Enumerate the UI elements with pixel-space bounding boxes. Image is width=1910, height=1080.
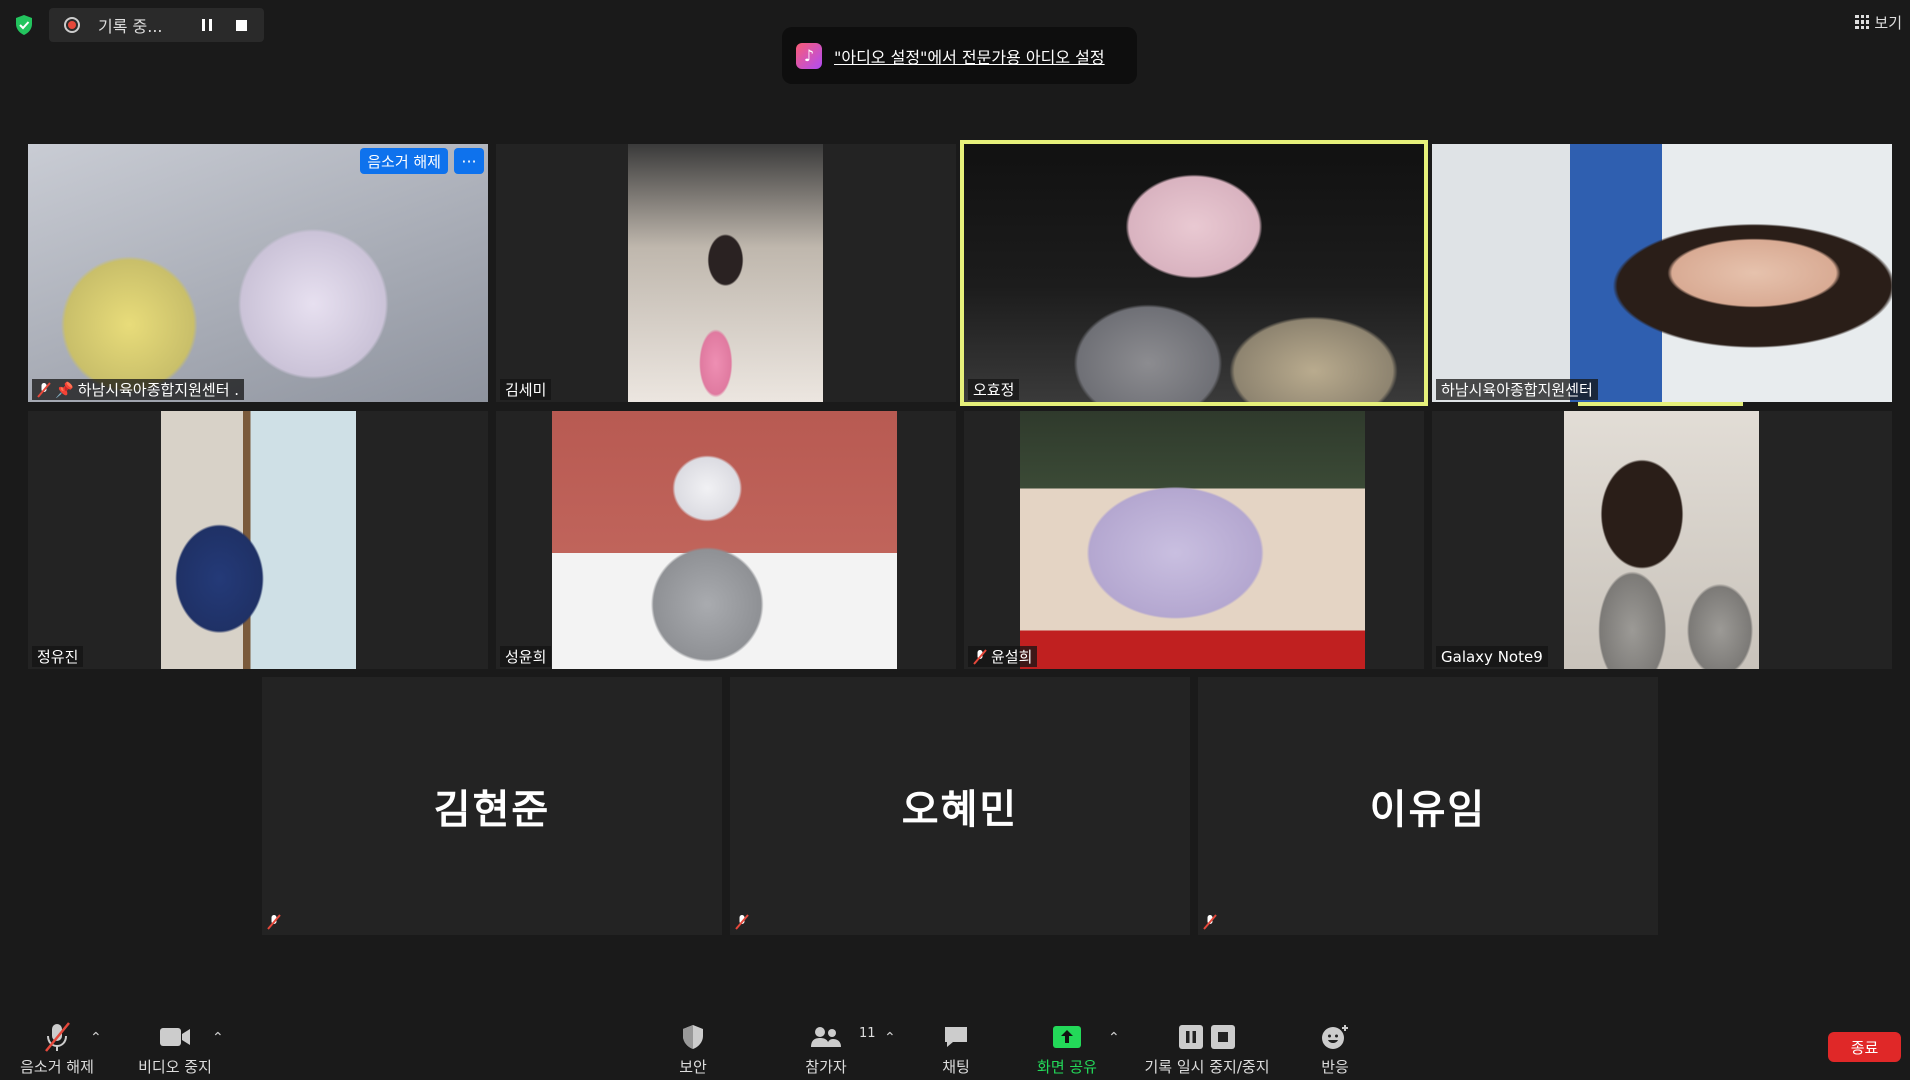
- video-tile[interactable]: Galaxy Note9: [1432, 411, 1892, 669]
- chat-bubble-icon: [945, 1027, 967, 1047]
- end-meeting-button[interactable]: 종료: [1828, 1032, 1901, 1062]
- video-tile[interactable]: 음소거 해제 ··· 📌 하남시육아종합지원센터 .: [28, 144, 488, 402]
- view-button[interactable]: 보기: [1855, 10, 1902, 34]
- chat-label: 채팅: [942, 1058, 970, 1076]
- video-tile[interactable]: 윤설희: [964, 411, 1424, 669]
- participant-tile-no-video[interactable]: 오혜민: [730, 677, 1190, 935]
- video-feed: [1432, 144, 1892, 402]
- participant-name-tag: 오효정: [968, 379, 1020, 400]
- pause-stop-recording-button[interactable]: 기록 일시 중지/중지: [1140, 1020, 1274, 1077]
- share-screen-icon: [1053, 1026, 1081, 1048]
- participant-name: 정유진: [37, 648, 79, 666]
- more-options-button[interactable]: ···: [454, 148, 484, 174]
- participant-name-tag: 성윤희: [500, 646, 552, 667]
- video-feed: [1564, 411, 1759, 669]
- participant-name-tag: 📌 하남시육아종합지원센터 .: [32, 379, 245, 400]
- video-tile-active-speaker[interactable]: 오효정: [960, 140, 1428, 406]
- participant-name: 하남시육아종합지원센터 .: [77, 381, 240, 399]
- muted-mic-icon: [267, 914, 281, 930]
- shield-icon: [683, 1025, 703, 1049]
- recording-status: 기록 중...: [98, 17, 163, 36]
- participants-count: 11: [859, 1026, 876, 1041]
- recording-controls-label: 기록 일시 중지/중지: [1144, 1058, 1270, 1076]
- video-feed: [964, 144, 1424, 402]
- reactions-button[interactable]: 반응: [1314, 1020, 1356, 1077]
- view-label: 보기: [1874, 13, 1902, 32]
- stop-icon: [1211, 1025, 1235, 1049]
- smiley-plus-icon: [1322, 1025, 1348, 1049]
- pause-icon: [202, 19, 212, 31]
- video-tile[interactable]: 하남시육아종합지원센터: [1432, 144, 1892, 402]
- participant-name-tag: 김세미: [500, 379, 552, 400]
- participant-name: 윤설희: [991, 648, 1033, 666]
- stop-video-label: 비디오 중지: [138, 1058, 212, 1076]
- chat-button[interactable]: 채팅: [933, 1020, 979, 1077]
- participants-label: 참가자: [805, 1058, 847, 1076]
- muted-mic-icon: [1203, 914, 1217, 930]
- share-screen-label: 화면 공유: [1037, 1058, 1097, 1076]
- audio-settings-banner[interactable]: ♪ "아디오 설정"에서 전문가용 아디오 설정: [782, 27, 1137, 84]
- participant-name: 김현준: [433, 787, 551, 833]
- grid-view-icon: [1855, 15, 1870, 29]
- unmute-button[interactable]: 음소거 해제: [360, 148, 448, 174]
- video-tile[interactable]: 김세미: [496, 144, 956, 402]
- participant-name-tag: 윤설희: [968, 646, 1038, 667]
- video-feed: [161, 411, 356, 669]
- participant-name: 성윤희: [505, 648, 547, 666]
- pin-icon: 📌: [55, 380, 74, 399]
- unmute-label: 음소거 해제: [20, 1058, 94, 1076]
- recording-icon: [64, 17, 80, 33]
- share-options-chevron-icon[interactable]: ⌃: [1108, 1030, 1120, 1046]
- participant-tile-no-video[interactable]: 이유임: [1198, 677, 1658, 935]
- pause-recording-button[interactable]: [194, 12, 220, 38]
- share-screen-button[interactable]: 화면 공유: [1032, 1020, 1102, 1077]
- muted-mic-icon: [973, 648, 987, 665]
- security-shield-icon[interactable]: [14, 14, 34, 36]
- recording-bar: 기록 중...: [49, 8, 264, 42]
- participant-tile-no-video[interactable]: 김현준: [262, 677, 722, 935]
- muted-mic-icon: [735, 914, 749, 930]
- video-feed: [28, 144, 488, 402]
- participant-name: 이유임: [1369, 787, 1487, 833]
- unmute-button[interactable]: 음소거 해제: [14, 1020, 100, 1077]
- security-label: 보안: [679, 1058, 707, 1076]
- pause-icon: [1179, 1025, 1203, 1049]
- participant-name-tag: 정유진: [32, 646, 84, 667]
- muted-mic-icon: [37, 381, 51, 398]
- security-button[interactable]: 보안: [668, 1020, 718, 1077]
- video-camera-icon: [160, 1028, 190, 1046]
- stop-video-button[interactable]: 비디오 중지: [132, 1020, 218, 1077]
- participants-button[interactable]: 11 참가자: [796, 1020, 875, 1077]
- participant-name: 오혜민: [901, 787, 1019, 833]
- muted-mic-icon: [45, 1022, 70, 1052]
- video-feed: [552, 411, 897, 669]
- video-tile[interactable]: 성윤희: [496, 411, 956, 669]
- audio-options-chevron-icon[interactable]: ⌃: [90, 1030, 102, 1046]
- audio-settings-link[interactable]: "아디오 설정"에서 전문가용 아디오 설정: [834, 44, 1105, 68]
- participant-name: 김세미: [505, 381, 547, 399]
- participant-name: 오효정: [973, 381, 1015, 399]
- music-note-icon: ♪: [796, 42, 822, 69]
- participants-options-chevron-icon[interactable]: ⌃: [884, 1030, 896, 1046]
- video-feed: [1020, 411, 1365, 669]
- participant-name-tag: Galaxy Note9: [1436, 646, 1548, 667]
- video-feed: [628, 144, 823, 402]
- stop-icon: [235, 19, 247, 31]
- video-tile[interactable]: 정유진: [28, 411, 488, 669]
- audio-level-bar: [1578, 402, 1743, 406]
- participants-icon: [811, 1027, 841, 1047]
- stop-recording-button[interactable]: [228, 12, 254, 38]
- participant-name: Galaxy Note9: [1441, 647, 1543, 666]
- participant-name-tag: 하남시육아종합지원센터: [1436, 379, 1598, 400]
- video-options-chevron-icon[interactable]: ⌃: [212, 1030, 224, 1046]
- reactions-label: 반응: [1321, 1058, 1349, 1076]
- participant-name: 하남시육아종합지원센터: [1441, 381, 1593, 399]
